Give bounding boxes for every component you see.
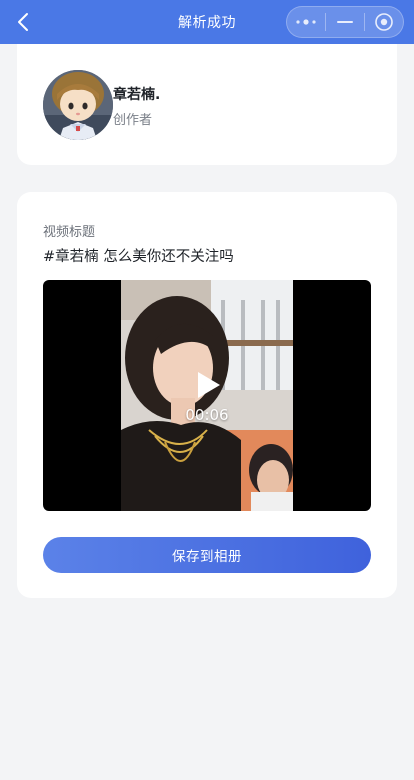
back-button[interactable] — [10, 8, 38, 36]
minimize-button[interactable] — [326, 7, 364, 37]
more-dots-icon — [296, 19, 316, 25]
avatar-image — [43, 70, 113, 140]
author-role: 创作者 — [113, 113, 153, 128]
save-to-album-button[interactable]: 保存到相册 — [43, 537, 371, 573]
page-title: 解析成功 — [178, 15, 236, 31]
video-title: #章若楠 怎么美你还不关注吗 — [43, 249, 234, 265]
video-title-label: 视频标题 — [43, 225, 96, 240]
chevron-left-icon — [18, 13, 28, 31]
navigation-bar: 解析成功 — [0, 0, 414, 44]
more-menu-button[interactable] — [287, 7, 325, 37]
video-player[interactable]: 00:06 — [43, 280, 371, 511]
author-name: 章若楠. — [113, 87, 161, 103]
video-duration: 00:06 — [185, 406, 229, 424]
video-card: 视频标题 #章若楠 怎么美你还不关注吗 00:06 保存到相册 — [17, 192, 397, 598]
mini-program-capsule — [286, 6, 404, 38]
close-button[interactable] — [365, 7, 403, 37]
avatar — [43, 70, 113, 140]
author-card: 章若楠. 创作者 — [17, 44, 397, 165]
play-icon[interactable] — [196, 370, 222, 400]
target-circle-icon — [375, 13, 393, 31]
minimize-icon — [337, 21, 353, 23]
